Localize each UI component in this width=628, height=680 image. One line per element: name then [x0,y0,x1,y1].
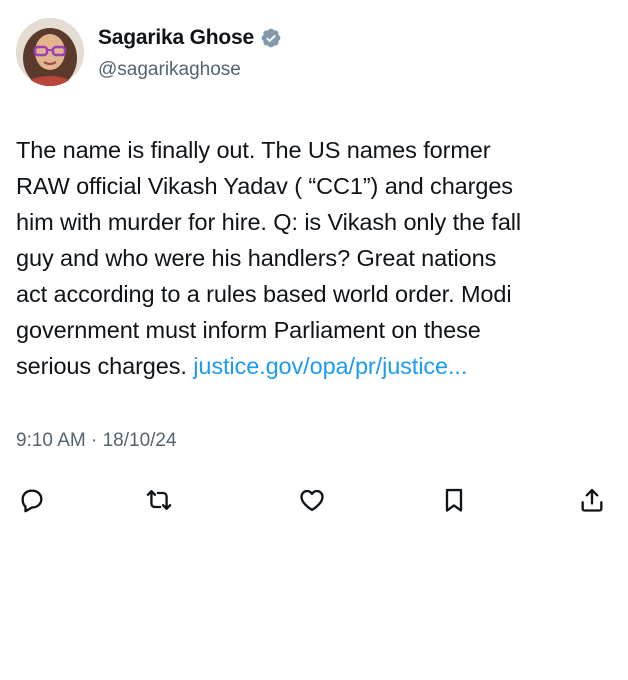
bookmark-icon [445,488,463,512]
action-bar [0,480,628,520]
author-display-name[interactable]: Sagarika Ghose [98,26,254,50]
retweet-button[interactable] [139,480,179,520]
author-handle[interactable]: @sagarikaghose [98,59,241,81]
like-icon [300,489,324,512]
tweet-line: government must inform Parliament on the… [16,317,481,343]
share-button[interactable] [572,480,612,520]
tweet-timestamp[interactable]: 9:10 AM · 18/10/24 [16,430,177,452]
tweet-last-text: serious charges. [16,353,194,379]
verified-badge-icon [260,27,282,49]
like-button[interactable] [292,480,332,520]
share-icon [581,488,603,512]
tweet-line: The name is finally out. The US names fo… [16,137,491,163]
tweet-text: The name is finally out. The US names fo… [16,132,612,384]
tweet-line: guy and who were his handlers? Great nat… [16,245,497,271]
tweet-line: RAW official Vikash Yadav ( “CC1”) and c… [16,173,513,199]
tweet-line: him with murder for hire. Q: is Vikash o… [16,209,522,235]
bookmark-button[interactable] [434,480,474,520]
tweet-line-last: serious charges. justice.gov/opa/pr/just… [16,348,612,384]
tweet-link[interactable]: justice.gov/opa/pr/justice... [193,353,467,379]
reply-button[interactable] [12,480,52,520]
tweet-line: act according to a rules based world ord… [16,281,512,307]
author-name[interactable]: Sagarika Ghose [98,26,282,50]
avatar[interactable] [16,18,84,86]
retweet-icon [146,490,172,510]
reply-icon [21,489,43,513]
